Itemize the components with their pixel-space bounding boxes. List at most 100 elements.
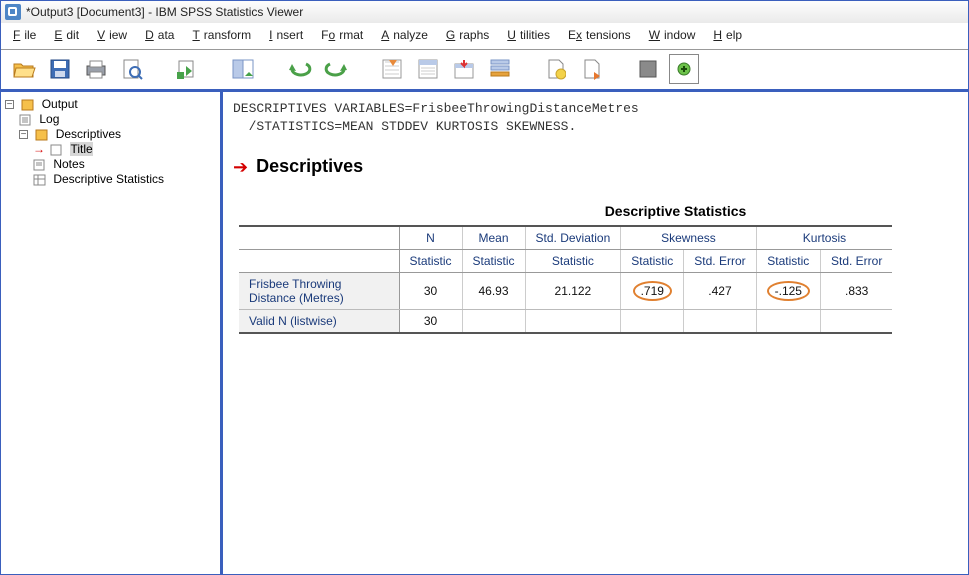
open-button[interactable] — [9, 54, 39, 84]
folder-icon — [35, 129, 49, 141]
arrow-icon: ➔ — [233, 158, 248, 176]
menu-window[interactable]: Window — [645, 27, 704, 43]
sub-skew-stat: Statistic — [621, 250, 684, 273]
preview-button[interactable] — [117, 54, 147, 84]
cell-skew-stat-0: .719 — [621, 273, 684, 310]
menubar: File Edit View Data Transform Insert For… — [1, 23, 968, 50]
col-skew: Skewness — [621, 226, 756, 250]
syntax-line1: DESCRIPTIVES VARIABLES=FrisbeeThrowingDi… — [233, 101, 639, 116]
col-sd: Std. Deviation — [525, 226, 621, 250]
tree-notes-label: Notes — [53, 157, 84, 171]
goto-case-button[interactable] — [377, 54, 407, 84]
highlight-circle: -.125 — [767, 281, 810, 301]
col-mean: Mean — [462, 226, 525, 250]
tree-output-label: Output — [42, 97, 78, 111]
menu-format[interactable]: Format — [317, 27, 371, 43]
arrow-icon: → — [33, 142, 45, 156]
output-icon — [21, 99, 35, 111]
outline-sidebar[interactable]: − Output Log − Descriptives — [1, 92, 223, 574]
menu-format-label: rmat — [335, 27, 367, 43]
menu-insert-label: nsert — [272, 27, 307, 43]
insert-button[interactable] — [485, 54, 515, 84]
gray-button[interactable] — [633, 54, 663, 84]
menu-file[interactable]: File — [9, 27, 44, 43]
tree-descriptives-label: Descriptives — [56, 127, 121, 141]
menu-graphs-label: raphs — [455, 27, 493, 43]
tree-stats-label: Descriptive Statistics — [53, 172, 164, 186]
tree-log-label: Log — [39, 112, 59, 126]
menu-edit[interactable]: Edit — [50, 27, 87, 43]
menu-extensions-label: tensions — [582, 27, 635, 43]
sub-mean: Statistic — [462, 250, 525, 273]
save-button[interactable] — [45, 54, 75, 84]
menu-analyze[interactable]: Analyze — [377, 27, 436, 43]
notes-icon — [33, 159, 47, 171]
highlight-circle: .719 — [633, 281, 672, 301]
collapse-icon[interactable]: − — [19, 130, 28, 139]
title-icon — [50, 144, 64, 156]
section-header: ➔ Descriptives — [233, 156, 958, 177]
run-doc-button[interactable] — [577, 54, 607, 84]
variables-button[interactable] — [413, 54, 443, 84]
col-kurt: Kurtosis — [756, 226, 892, 250]
stats-table: N Mean Std. Deviation Skewness Kurtosis … — [239, 225, 892, 334]
sub-sd: Statistic — [525, 250, 621, 273]
col-blank2 — [239, 250, 399, 273]
cell-sd-0: 21.122 — [525, 273, 621, 310]
tree-descriptives[interactable]: − Descriptives → Title — [19, 127, 218, 186]
syntax-line2: /STATISTICS=MEAN STDDEV KURTOSIS SKEWNES… — [249, 119, 577, 134]
menu-transform-label: ransform — [200, 27, 255, 43]
cell-n-0: 30 — [399, 273, 462, 310]
goto-data-button[interactable] — [229, 54, 259, 84]
menu-help-label: elp — [722, 27, 746, 43]
menu-edit-label: dit — [62, 27, 83, 43]
designate-button[interactable] — [669, 54, 699, 84]
tree-notes[interactable]: Notes — [33, 157, 218, 171]
menu-help[interactable]: Help — [709, 27, 750, 43]
menu-data-label: ata — [154, 27, 179, 43]
menu-data[interactable]: Data — [141, 27, 182, 43]
syntax-block: DESCRIPTIVES VARIABLES=FrisbeeThrowingDi… — [233, 100, 958, 136]
toolbar — [1, 50, 968, 92]
menu-graphs[interactable]: Graphs — [442, 27, 497, 43]
tree-stats[interactable]: Descriptive Statistics — [33, 172, 218, 186]
menu-utilities[interactable]: Utilities — [503, 27, 558, 43]
new-doc-button[interactable] — [541, 54, 571, 84]
cell-n-1: 30 — [399, 310, 462, 334]
cell-kurt-se-0: .833 — [820, 273, 892, 310]
undo-button[interactable] — [285, 54, 315, 84]
menu-transform[interactable]: Transform — [188, 27, 259, 43]
table-title: Descriptive Statistics — [393, 203, 958, 219]
row-label-1: Valid N (listwise) — [239, 310, 399, 334]
menu-view[interactable]: View — [93, 27, 135, 43]
tree-log[interactable]: Log — [19, 112, 218, 126]
tree-title-label: Title — [70, 142, 92, 156]
cell-skew-se-0: .427 — [684, 273, 756, 310]
table-icon — [33, 174, 47, 186]
titlebar: *Output3 [Document3] - IBM SPSS Statisti… — [1, 1, 968, 23]
tree-output[interactable]: − Output Log − Descriptives — [5, 97, 218, 186]
window-title: *Output3 [Document3] - IBM SPSS Statisti… — [26, 5, 303, 19]
export-button[interactable] — [173, 54, 203, 84]
log-icon — [19, 114, 33, 126]
collapse-icon[interactable]: − — [5, 100, 14, 109]
tree-title[interactable]: → Title — [33, 142, 218, 156]
sub-kurt-se: Std. Error — [820, 250, 892, 273]
output-viewer[interactable]: DESCRIPTIVES VARIABLES=FrisbeeThrowingDi… — [223, 92, 968, 574]
redo-button[interactable] — [321, 54, 351, 84]
cell-kurt-stat-0: -.125 — [756, 273, 820, 310]
menu-insert[interactable]: Insert — [265, 27, 311, 43]
menu-extensions[interactable]: Extensions — [564, 27, 639, 43]
menu-view-label: iew — [105, 27, 131, 43]
table-row: Valid N (listwise) 30 — [239, 310, 892, 334]
sub-kurt-stat: Statistic — [756, 250, 820, 273]
col-blank — [239, 226, 399, 250]
row-label-0: Frisbee Throwing Distance (Metres) — [239, 273, 399, 310]
select-button[interactable] — [449, 54, 479, 84]
col-n: N — [399, 226, 462, 250]
app-icon — [5, 4, 21, 20]
sub-skew-se: Std. Error — [684, 250, 756, 273]
table-row: Frisbee Throwing Distance (Metres) 30 46… — [239, 273, 892, 310]
print-button[interactable] — [81, 54, 111, 84]
menu-file-label: ile — [20, 27, 40, 43]
